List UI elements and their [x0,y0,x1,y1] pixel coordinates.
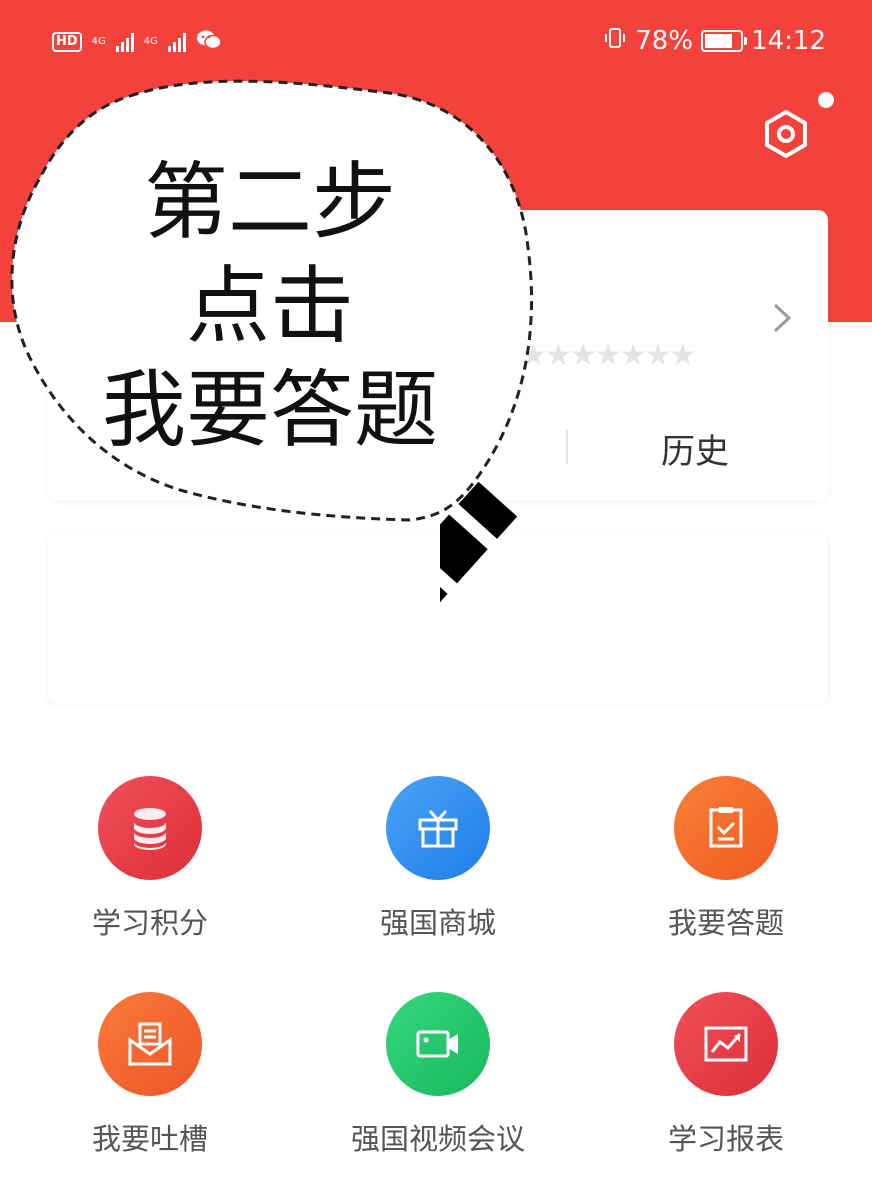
annotation-arrow [440,481,518,639]
grid-item-label: 学习积分 [91,906,208,940]
annotation-text: 第二步 点击 我要答题 [40,150,500,462]
signal-icon [115,32,134,52]
card-divider [566,430,568,464]
chart-icon [674,992,778,1096]
clock: 14:12 [751,26,826,56]
notification-dot [818,92,834,108]
settings-icon[interactable] [760,108,812,160]
annotation-line-3: 我要答题 [101,361,438,459]
battery-percent: 78% [635,26,694,56]
grid-item-mall[interactable]: 强国商城 [308,776,568,942]
chevron-right-icon[interactable] [770,300,794,336]
annotation-line-1: 第二步 [143,153,396,251]
grid-item-label: 学习报表 [667,1122,784,1156]
annotation-line-2: 点击 [185,257,354,355]
grid-item-video[interactable]: 强国视频会议 [308,992,568,1158]
signal-icon-2 [167,32,186,52]
mail-icon [98,992,202,1096]
battery-icon [701,30,748,52]
hd-badge: HD [52,32,82,52]
history-button[interactable]: 历史 [620,424,770,473]
grid-item-report[interactable]: 学习报表 [596,992,856,1158]
network-label-2: 4G [143,36,158,47]
grid-item-label: 我要吐槽 [91,1122,208,1156]
grid-item-label: 强国商城 [379,906,496,940]
status-bar: HD 4G 4G 78% 14:12 [0,0,872,80]
network-label-1: 4G [91,36,106,47]
vibrate-icon [603,26,627,57]
database-icon [98,776,202,880]
wechat-icon [196,29,222,56]
grid-item-label: 我要答题 [667,906,784,940]
video-camera-icon [386,992,490,1096]
grid-item-points[interactable]: 学习积分 [20,776,280,942]
grid-item-label: 强国视频会议 [350,1122,525,1156]
clipboard-check-icon [674,776,778,880]
grid-item-feedback[interactable]: 我要吐槽 [20,992,280,1158]
grid-item-quiz[interactable]: 我要答题 [596,776,856,942]
gift-icon [386,776,490,880]
